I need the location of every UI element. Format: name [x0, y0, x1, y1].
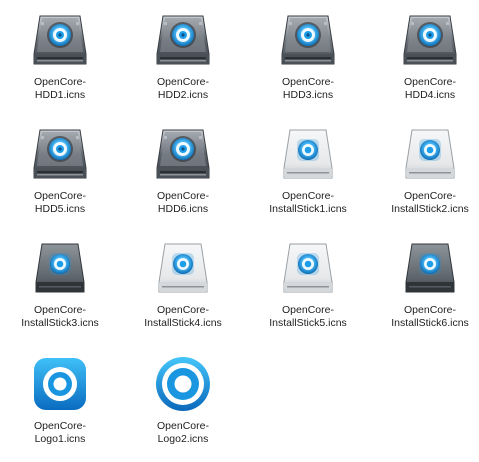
hdd-disk-icon[interactable] [28, 8, 92, 72]
file-name-label: OpenCore- InstallStick1.icns [253, 190, 363, 216]
hdd-disk-icon[interactable] [398, 8, 462, 72]
file-name-label: OpenCore- HDD5.icns [5, 190, 115, 216]
finder-icon-grid: OpenCore-HDD1.icns OpenCore-HDD2.icns [0, 0, 479, 452]
file-name-line1: OpenCore- [34, 190, 86, 202]
file-name-line2: Logo1.icns [34, 433, 86, 445]
file-name-line2: HDD6.icns [157, 203, 209, 215]
file-name-line1: OpenCore- [157, 76, 209, 88]
file-name-label: OpenCore- InstallStick4.icns [128, 304, 238, 330]
file-name-line2: Logo2.icns [157, 433, 209, 445]
file-name-line1: OpenCore- [282, 190, 334, 202]
hdd-disk-icon[interactable] [28, 122, 92, 186]
hdd-disk-icon[interactable] [151, 8, 215, 72]
file-name-line1: OpenCore- [157, 190, 209, 202]
file-item[interactable]: OpenCore- HDD4.icns [375, 8, 479, 118]
file-name-line2: InstallStick2.icns [391, 203, 469, 215]
file-name-line1: OpenCore- [34, 304, 86, 316]
file-name-line2: HDD3.icns [282, 89, 334, 101]
file-item[interactable]: OpenCore- Logo2.icns [128, 352, 238, 462]
file-name-line1: OpenCore- [157, 420, 209, 432]
file-name-line2: HDD2.icns [157, 89, 209, 101]
file-name-line1: OpenCore- [34, 76, 86, 88]
file-name-label: OpenCore- HDD1.icns [5, 76, 115, 102]
file-item[interactable]: OpenCore- InstallStick5.icns [253, 236, 363, 346]
file-name-label: OpenCore- Logo2.icns [128, 420, 238, 446]
file-item[interactable]: OpenCore- HDD2.icns [128, 8, 238, 118]
file-name-line1: OpenCore- [404, 76, 456, 88]
file-name-label: OpenCore- InstallStick3.icns [5, 304, 115, 330]
file-name-label: OpenCore- HDD2.icns [128, 76, 238, 102]
file-name-line1: OpenCore- [157, 304, 209, 316]
install-stick-white-icon[interactable] [276, 236, 340, 300]
file-item[interactable]: OpenCore- HDD3.icns [253, 8, 363, 118]
file-item[interactable]: OpenCore- HDD1.icns [5, 8, 115, 118]
file-item[interactable]: OpenCore- Logo1.icns [5, 352, 115, 462]
file-name-line1: OpenCore- [34, 420, 86, 432]
file-item[interactable]: OpenCore- InstallStick6.icns [375, 236, 479, 346]
file-name-label: OpenCore- HDD6.icns [128, 190, 238, 216]
file-name-line2: InstallStick5.icns [269, 317, 347, 329]
file-name-line2: InstallStick4.icns [144, 317, 222, 329]
install-stick-gray-icon[interactable] [28, 236, 92, 300]
file-name-line2: InstallStick6.icns [391, 317, 469, 329]
file-name-line1: OpenCore- [282, 76, 334, 88]
hdd-disk-icon[interactable] [151, 122, 215, 186]
hdd-disk-icon[interactable] [276, 8, 340, 72]
file-name-label: OpenCore- Logo1.icns [5, 420, 115, 446]
install-stick-white-icon[interactable] [151, 236, 215, 300]
file-name-label: OpenCore- HDD3.icns [253, 76, 363, 102]
file-name-line1: OpenCore- [404, 304, 456, 316]
file-item[interactable]: OpenCore- HDD5.icns [5, 122, 115, 232]
file-name-line2: HDD1.icns [34, 89, 86, 101]
file-item[interactable]: OpenCore- InstallStick4.icns [128, 236, 238, 346]
file-name-line2: HDD5.icns [34, 203, 86, 215]
file-name-line2: InstallStick1.icns [269, 203, 347, 215]
install-stick-white-icon[interactable] [398, 122, 462, 186]
file-name-line1: OpenCore- [404, 190, 456, 202]
install-stick-gray-icon[interactable] [398, 236, 462, 300]
file-name-label: OpenCore- HDD4.icns [375, 76, 479, 102]
file-name-line1: OpenCore- [282, 304, 334, 316]
file-item[interactable]: OpenCore- InstallStick1.icns [253, 122, 363, 232]
logo-square-icon[interactable] [28, 352, 92, 416]
file-name-label: OpenCore- InstallStick6.icns [375, 304, 479, 330]
file-item[interactable]: OpenCore- InstallStick3.icns [5, 236, 115, 346]
install-stick-white-icon[interactable] [276, 122, 340, 186]
logo-round-icon[interactable] [151, 352, 215, 416]
file-name-label: OpenCore- InstallStick5.icns [253, 304, 363, 330]
file-name-label: OpenCore- InstallStick2.icns [375, 190, 479, 216]
file-item[interactable]: OpenCore- HDD6.icns [128, 122, 238, 232]
file-name-line2: HDD4.icns [404, 89, 456, 101]
file-name-line2: InstallStick3.icns [21, 317, 99, 329]
file-item[interactable]: OpenCore- InstallStick2.icns [375, 122, 479, 232]
